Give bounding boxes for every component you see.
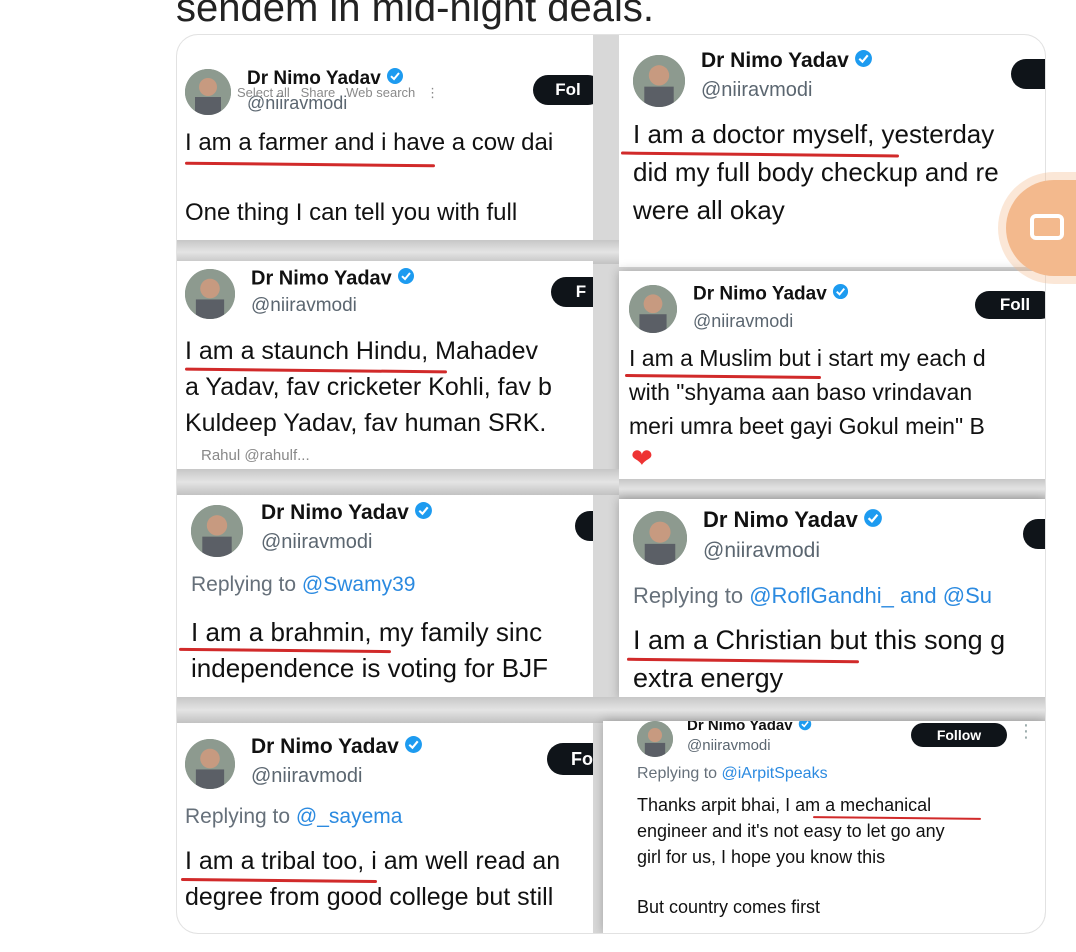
separator-band: [619, 479, 1045, 499]
tweet-line: degree from good college but still: [185, 883, 554, 911]
tweet-line: I am a doctor myself, yesterday: [633, 119, 995, 149]
tweet-line: meri umra beet gayi Gokul mein" B: [629, 413, 985, 439]
verified-badge-icon: [832, 283, 849, 306]
replying-to: Replying to @_sayema: [185, 805, 403, 828]
heart-icon: ❤: [631, 443, 653, 473]
separator-band: [177, 697, 1045, 723]
red-underline: [184, 161, 436, 168]
tweet-line: One thing I can tell you with full: [185, 199, 518, 226]
tweet-brahmin[interactable]: Dr Nimo Yadav @niiravmodi Replying to @S…: [177, 495, 593, 697]
tweet-line: independence is voting for BJF: [191, 653, 548, 683]
verified-badge-icon: [414, 501, 433, 526]
tweet-hindu[interactable]: Dr Nimo Yadav @niiravmodi F I am a staun…: [177, 261, 593, 469]
tweet-line: Thanks arpit bhai, I am a mechanical: [637, 795, 932, 815]
tweet-line: I am a Muslim but i start my each d: [629, 345, 986, 371]
verified-badge-icon: [798, 721, 812, 735]
follow-button[interactable]: Follow: [911, 723, 1007, 747]
author-handle: @niiravmodi: [703, 539, 821, 562]
top-partial-text: sendem in mid-night deals.: [176, 0, 655, 30]
tweet-line: girl for us, I hope you know this: [637, 847, 886, 867]
author-handle: @niiravmodi: [687, 737, 771, 754]
replying-to: Replying to @iArpitSpeaks: [637, 765, 828, 782]
tweet-mechanical[interactable]: Dr Nimo Yadav @niiravmodi Follow ⋮ Reply…: [603, 721, 1045, 933]
tweet-christian[interactable]: Dr Nimo Yadav @niiravmodi Replying to @R…: [619, 499, 1045, 699]
tweet-tribal[interactable]: Dr Nimo Yadav @niiravmodi Fo Replying to…: [177, 723, 593, 933]
follow-button[interactable]: [1023, 519, 1045, 549]
author-handle: @niiravmodi: [251, 295, 357, 316]
select-all-option[interactable]: Select all: [237, 85, 290, 100]
verified-badge-icon: [404, 735, 423, 760]
avatar[interactable]: [191, 505, 243, 557]
tweet-line: I am a farmer and i have a cow dai: [185, 129, 554, 156]
share-option[interactable]: Share: [301, 85, 336, 100]
author-name: Dr Nimo Yadav: [703, 507, 883, 534]
avatar[interactable]: [185, 269, 235, 319]
author-handle: @niiravmodi: [251, 765, 363, 787]
avatar[interactable]: [633, 55, 685, 107]
mention-link[interactable]: @RoflGandhi_ and @Su: [749, 583, 992, 608]
tweet-line: did my full body checkup and re: [633, 157, 999, 187]
tweet-line: were all okay: [633, 195, 785, 225]
tweet-line: But country comes first: [637, 897, 821, 917]
author-name: Dr Nimo Yadav: [261, 501, 433, 526]
avatar[interactable]: [633, 511, 687, 565]
tweet-muslim[interactable]: Dr Nimo Yadav @niiravmodi Foll I am a Mu…: [619, 271, 1045, 479]
separator-band: [177, 469, 619, 495]
tweet-line: I am a staunch Hindu, Mahadev: [185, 337, 538, 365]
verified-badge-icon: [863, 508, 883, 534]
author-name: Dr Nimo Yadav: [251, 267, 415, 291]
avatar[interactable]: [185, 739, 235, 789]
follow-button[interactable]: [1011, 59, 1045, 89]
follow-button[interactable]: Fo: [547, 743, 593, 775]
author-handle: @niiravmodi: [693, 311, 794, 331]
mention-link[interactable]: @Swamy39: [302, 573, 416, 596]
screenshot-collage: Dr Nimo Yadav @niiravmodi Select all Sha…: [176, 34, 1046, 934]
replying-to: Replying to @RoflGandhi_ and @Su: [633, 583, 993, 608]
author-handle: @niiravmodi: [701, 79, 813, 101]
web-search-option[interactable]: Web search: [346, 85, 415, 100]
tweet-line: I am a Christian but this song g: [633, 625, 1006, 655]
author-name: Dr Nimo Yadav: [701, 49, 873, 74]
avatar[interactable]: [637, 721, 673, 757]
tweet-farmer[interactable]: Dr Nimo Yadav @niiravmodi Select all Sha…: [177, 35, 593, 240]
more-dots-icon[interactable]: ⋮: [1017, 721, 1035, 742]
text-selection-menu[interactable]: Select all Share Web search ⋮: [237, 85, 439, 101]
tweet-line: engineer and it's not easy to let go any: [637, 821, 945, 841]
author-name: Dr Nimo Yadav: [693, 283, 849, 306]
follow-button[interactable]: Foll: [975, 291, 1045, 319]
reply-preview: Rahul @rahulf...: [201, 447, 310, 464]
tweet-line: with "shyama aan baso vrindavan: [629, 379, 973, 405]
author-handle: @niiravmodi: [261, 531, 373, 553]
avatar[interactable]: [629, 285, 677, 333]
follow-button[interactable]: F: [551, 277, 593, 307]
mention-link[interactable]: @_sayema: [296, 805, 403, 828]
author-name: Dr Nimo Yadav: [251, 735, 423, 760]
tweet-line: Kuldeep Yadav, fav human SRK.: [185, 409, 547, 437]
follow-button[interactable]: [575, 511, 593, 541]
red-underline: [812, 816, 982, 820]
tweet-line: a Yadav, fav cricketer Kohli, fav b: [185, 373, 552, 401]
tweet-line: I am a brahmin, my family sinc: [191, 617, 543, 647]
tweet-line: extra energy: [633, 663, 784, 693]
camera-icon: [1030, 214, 1064, 240]
mention-link[interactable]: @iArpitSpeaks: [722, 765, 828, 782]
follow-button[interactable]: Fol: [533, 75, 593, 105]
replying-to: Replying to @Swamy39: [191, 573, 416, 596]
verified-badge-icon: [854, 49, 873, 74]
tweet-doctor[interactable]: Dr Nimo Yadav @niiravmodi I am a doctor …: [619, 35, 1045, 267]
tweet-line: I am a tribal too, i am well read an: [185, 847, 561, 875]
author-name: Dr Nimo Yadav: [687, 721, 812, 735]
avatar[interactable]: [185, 69, 231, 115]
verified-badge-icon: [397, 267, 415, 291]
